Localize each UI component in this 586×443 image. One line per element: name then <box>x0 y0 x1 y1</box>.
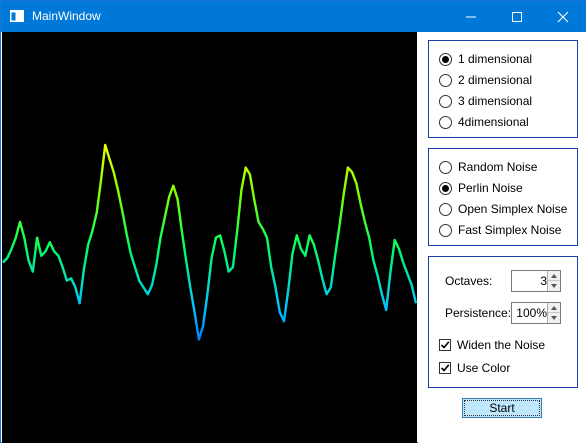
noise-waveform <box>2 143 417 341</box>
radio-indicator[interactable] <box>439 181 452 195</box>
close-button[interactable] <box>540 1 586 32</box>
radio-indicator[interactable] <box>439 94 452 108</box>
radio-random-noise[interactable]: Random Noise <box>439 159 537 175</box>
minimize-button[interactable] <box>448 1 494 32</box>
checkbox-box[interactable] <box>439 339 451 351</box>
maximize-button[interactable] <box>494 1 540 32</box>
radio-label: 2 dimensional <box>458 73 533 87</box>
octaves-spinner[interactable]: 3 <box>511 270 561 292</box>
radio-label: 1 dimensional <box>458 52 533 66</box>
noise-type-group: Random Noise Perlin Noise Open Simplex N… <box>428 148 578 246</box>
radio-label: 4dimensional <box>458 115 529 129</box>
radio-2-dimensional[interactable]: 2 dimensional <box>439 72 532 88</box>
radio-indicator[interactable] <box>439 223 452 237</box>
radio-indicator[interactable] <box>439 52 452 66</box>
parameters-group: Octaves: 3 Persistence: 100% Widen the N… <box>428 256 578 388</box>
octaves-decrement-button[interactable] <box>548 281 560 291</box>
radio-3-dimensional[interactable]: 3 dimensional <box>439 93 532 109</box>
use-color-checkbox[interactable]: Use Color <box>439 360 510 376</box>
app-window-icon <box>10 10 24 22</box>
radio-1-dimensional[interactable]: 1 dimensional <box>439 51 532 67</box>
radio-indicator[interactable] <box>439 115 452 129</box>
checkbox-box[interactable] <box>439 362 451 374</box>
settings-panel: 1 dimensional 2 dimensional 3 dimensiona… <box>418 32 586 443</box>
octaves-value[interactable]: 3 <box>540 274 547 288</box>
persistence-value[interactable]: 100% <box>516 306 547 320</box>
octaves-increment-button[interactable] <box>548 271 560 281</box>
title-bar[interactable]: MainWindow <box>1 1 585 32</box>
octaves-spinner-arrows <box>547 271 560 291</box>
dimension-group: 1 dimensional 2 dimensional 3 dimensiona… <box>428 40 578 138</box>
radio-indicator[interactable] <box>439 202 452 216</box>
checkbox-label: Use Color <box>457 361 511 375</box>
radio-4-dimensional[interactable]: 4dimensional <box>439 114 529 130</box>
noise-plot <box>2 143 417 341</box>
main-window: MainWindow 1 dimensional 2 dimensional 3… <box>0 0 586 443</box>
noise-canvas <box>2 32 417 443</box>
persistence-decrement-button[interactable] <box>548 313 560 323</box>
radio-label: Open Simplex Noise <box>458 202 568 216</box>
persistence-spinner-arrows <box>547 303 560 323</box>
octaves-label: Octaves: <box>445 274 493 288</box>
focus-rectangle <box>464 400 540 416</box>
persistence-increment-button[interactable] <box>548 303 560 313</box>
checkbox-label: Widen the Noise <box>457 338 546 352</box>
persistence-label: Persistence: <box>445 306 512 320</box>
widen-noise-checkbox[interactable]: Widen the Noise <box>439 337 545 353</box>
start-button[interactable]: Start <box>462 398 542 418</box>
radio-fast-simplex-noise[interactable]: Fast Simplex Noise <box>439 222 561 238</box>
radio-label: Random Noise <box>458 160 538 174</box>
radio-open-simplex-noise[interactable]: Open Simplex Noise <box>439 201 567 217</box>
radio-label: Perlin Noise <box>458 181 523 195</box>
radio-indicator[interactable] <box>439 160 452 174</box>
radio-indicator[interactable] <box>439 73 452 87</box>
persistence-spinner[interactable]: 100% <box>511 302 561 324</box>
window-title: MainWindow <box>32 9 101 23</box>
radio-label: Fast Simplex Noise <box>458 223 562 237</box>
radio-label: 3 dimensional <box>458 94 533 108</box>
radio-perlin-noise[interactable]: Perlin Noise <box>439 180 523 196</box>
